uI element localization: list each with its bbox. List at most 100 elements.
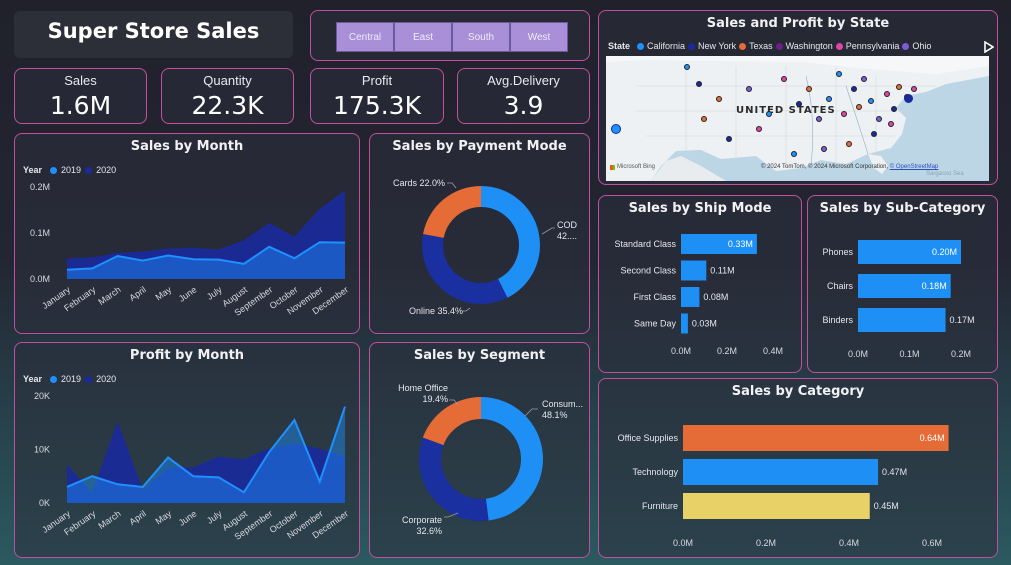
slicer-button-south[interactable]: South — [452, 22, 510, 52]
map-legend-title: State — [608, 41, 631, 51]
bar-first-class — [681, 287, 700, 307]
map-point[interactable] — [766, 111, 772, 117]
slicer-button-east[interactable]: East — [394, 22, 452, 52]
map-point[interactable] — [871, 131, 877, 137]
legend-label-2020: 2020 — [96, 165, 117, 175]
map-point-large[interactable] — [611, 124, 621, 134]
map-point[interactable] — [821, 146, 827, 152]
sales-by-month-chart: 0.0M0.1M0.2MJanuaryFebruary March April May… — [30, 182, 350, 318]
map-point[interactable] — [726, 136, 732, 142]
map-point[interactable] — [696, 81, 702, 87]
legend-dot-2020 — [85, 166, 93, 174]
map-legend: State California New York Texas Washingt… — [608, 41, 931, 51]
slice-online — [422, 233, 508, 304]
map-point[interactable] — [851, 86, 857, 92]
chart-title: Sales by Segment — [413, 348, 546, 363]
slicer-button-central[interactable]: Central — [336, 22, 394, 52]
map-canvas — [606, 56, 989, 181]
kpi-label: Avg.Delivery — [487, 73, 560, 88]
slicer-button-west[interactable]: West — [510, 22, 568, 52]
map-point[interactable] — [846, 141, 852, 147]
legend-next-icon[interactable] — [984, 41, 994, 53]
value-label: 0.17M — [950, 315, 975, 325]
chart-title: Sales by Sub-Category — [819, 201, 986, 216]
bar-second-class — [681, 260, 707, 281]
map-country-label: UNITED STATES — [736, 105, 836, 116]
leader-line — [447, 182, 457, 189]
map-area[interactable]: UNITED STATES Microsoft Bing © 2024 TomT… — [606, 56, 989, 181]
map-point[interactable] — [861, 76, 867, 82]
x-tick-label: June — [177, 508, 199, 527]
slice-label: 48.1% — [542, 410, 568, 420]
kpi-value: 3.9 — [503, 91, 544, 120]
map-point[interactable] — [716, 96, 722, 102]
map-attribution-left: Microsoft Bing — [617, 164, 656, 170]
category-label: Phones — [822, 247, 853, 257]
map-point-large[interactable] — [904, 94, 913, 103]
map-point[interactable] — [791, 151, 797, 157]
legend-label-2020: 2020 — [96, 374, 117, 384]
x-tick-label: June — [177, 284, 199, 303]
y-tick-label: 0.0M — [30, 274, 50, 284]
map-point[interactable] — [796, 101, 802, 107]
map-point[interactable] — [701, 116, 707, 122]
sales-by-category-card: Sales by Category Office Supplies 0.64M Te… — [598, 378, 998, 558]
slice-label: Online 35.4% — [409, 306, 463, 316]
slice-cod — [481, 186, 540, 298]
bar-furniture — [683, 493, 870, 519]
legend-title: Year — [23, 374, 43, 384]
y-tick-label: 0.2M — [30, 182, 50, 192]
map-point[interactable] — [891, 106, 897, 112]
map-attribution-text: © 2024 TomTom, © 2024 Microsoft Corporat… — [761, 164, 889, 170]
sales-by-ship-mode-chart: Standard Class 0.33M Second Class 0.11M Firs… — [614, 234, 783, 356]
legend-dot — [835, 42, 843, 50]
map-point[interactable] — [826, 96, 832, 102]
x-tick-label: 0.6M — [922, 538, 942, 548]
map-point[interactable] — [806, 86, 812, 92]
legend-dot-2019 — [50, 375, 58, 383]
x-tick-label: May — [154, 284, 174, 302]
kpi-card-avg-delivery: Avg.Delivery 3.9 — [457, 68, 590, 124]
map-point[interactable] — [856, 104, 862, 110]
map-point[interactable] — [876, 116, 882, 122]
osm-link[interactable]: © OpenStreetMap — [890, 164, 938, 170]
bar-technology — [683, 459, 879, 485]
map-point[interactable] — [888, 121, 894, 127]
x-tick-label: March — [96, 508, 122, 531]
legend-title: Year — [23, 165, 43, 175]
chart-title: Sales by Month — [130, 139, 244, 154]
chart-title: Profit by Month — [129, 348, 245, 363]
x-tick-label: 0.0M — [848, 349, 868, 359]
x-tick-label: 0.2M — [951, 349, 971, 359]
kpi-value: 175.3K — [333, 91, 421, 120]
slice-label: Home Office — [398, 383, 448, 393]
slice-home-office — [422, 397, 481, 446]
legend-label: Washington — [785, 41, 833, 51]
map-point[interactable] — [684, 64, 690, 70]
x-tick-label: 0.1M — [899, 349, 919, 359]
legend-label: California — [647, 41, 686, 51]
map-point[interactable] — [756, 126, 762, 132]
leader-line — [463, 307, 471, 312]
map-point[interactable] — [884, 91, 890, 97]
chart-title: Sales by Category — [731, 384, 865, 399]
slice-label: 19.4% — [422, 394, 448, 404]
sales-by-sub-category-chart: Phones 0.20M Chairs 0.18M Binders 0.17M 0.0M 0.… — [822, 240, 975, 359]
x-tick-label: April — [127, 284, 147, 303]
chart-title: Sales by Payment Mode — [392, 139, 567, 154]
kpi-value: 22.3K — [191, 91, 264, 120]
map-point[interactable] — [746, 86, 752, 92]
map-point[interactable] — [816, 116, 822, 122]
map-point[interactable] — [781, 76, 787, 82]
map-point[interactable] — [836, 71, 842, 77]
x-tick-label: 0.2M — [717, 346, 737, 356]
map-point[interactable] — [896, 84, 902, 90]
map-point[interactable] — [868, 98, 874, 104]
slice-label: Cards 22.0% — [393, 178, 445, 188]
legend-label: Pennsylvania — [845, 41, 900, 51]
map-point[interactable] — [911, 86, 917, 92]
bar-binders — [858, 308, 946, 332]
map-point[interactable] — [841, 111, 847, 117]
sales-by-month-card: Sales by Month Year 2019 2020 0.0M 0.1M 0.… — [14, 133, 360, 334]
slice-cards — [423, 186, 481, 238]
